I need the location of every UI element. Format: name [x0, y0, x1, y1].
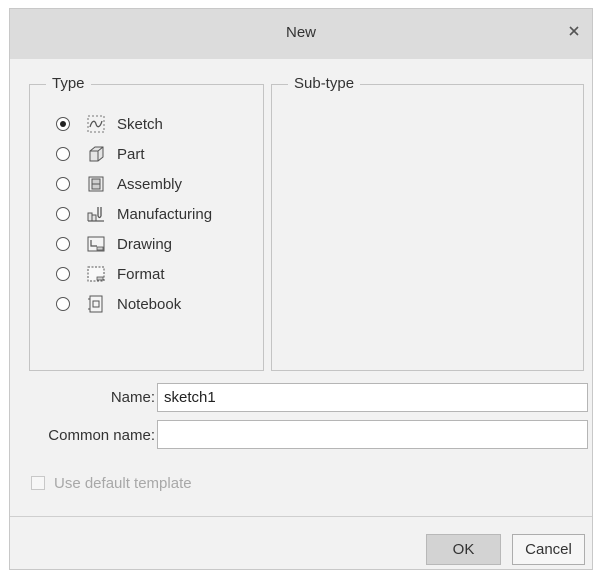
sketch-radio[interactable]	[56, 117, 70, 131]
common-name-input[interactable]	[157, 420, 588, 449]
part-icon	[89, 146, 104, 162]
manufacturing-label: Manufacturing	[117, 205, 213, 223]
notebook-icon	[88, 295, 103, 313]
drawing-label: Drawing	[117, 235, 173, 253]
type-option-format[interactable]: Format	[56, 262, 165, 286]
assembly-radio[interactable]	[56, 177, 70, 191]
drawing-icon	[87, 236, 105, 252]
name-input[interactable]	[157, 383, 588, 412]
manufacturing-icon	[87, 207, 104, 222]
type-group: Type Sketch Part Assembly Manufacturing …	[29, 75, 264, 371]
subtype-group: Sub-type	[271, 75, 584, 371]
assembly-icon	[88, 176, 104, 192]
default-template-label: Use default template	[54, 475, 192, 492]
format-label: Format	[117, 265, 165, 283]
type-option-drawing[interactable]: Drawing	[56, 232, 172, 256]
part-radio[interactable]	[56, 147, 70, 161]
manufacturing-radio[interactable]	[56, 207, 70, 221]
drawing-radio[interactable]	[56, 237, 70, 251]
title-bar: New	[10, 9, 592, 59]
type-option-part[interactable]: Part	[56, 142, 145, 166]
ok-button[interactable]: OK	[426, 534, 501, 565]
subtype-list[interactable]	[272, 85, 583, 370]
format-radio[interactable]	[56, 267, 70, 281]
dialog-title: New	[285, 24, 316, 41]
sketch-label: Sketch	[117, 115, 163, 133]
sketch-icon	[87, 115, 105, 133]
type-option-assembly[interactable]: Assembly	[56, 172, 182, 196]
type-option-sketch[interactable]: Sketch	[56, 112, 163, 136]
type-option-notebook[interactable]: Notebook	[56, 292, 181, 316]
close-icon[interactable]	[566, 23, 582, 39]
part-label: Part	[117, 145, 145, 163]
divider	[10, 516, 592, 517]
new-dialog: New Type Sketch Part Assembly Manufactur…	[9, 8, 593, 570]
common-name-label: Common name:	[48, 427, 155, 444]
assembly-label: Assembly	[117, 175, 183, 193]
notebook-label: Notebook	[117, 295, 182, 313]
format-icon	[87, 266, 105, 282]
notebook-radio[interactable]	[56, 297, 70, 311]
type-group-legend: Type	[46, 75, 91, 92]
name-label: Name:	[110, 389, 155, 406]
default-template-checkbox[interactable]	[31, 476, 45, 490]
type-option-manufacturing[interactable]: Manufacturing	[56, 202, 212, 226]
cancel-button[interactable]: Cancel	[512, 534, 585, 565]
